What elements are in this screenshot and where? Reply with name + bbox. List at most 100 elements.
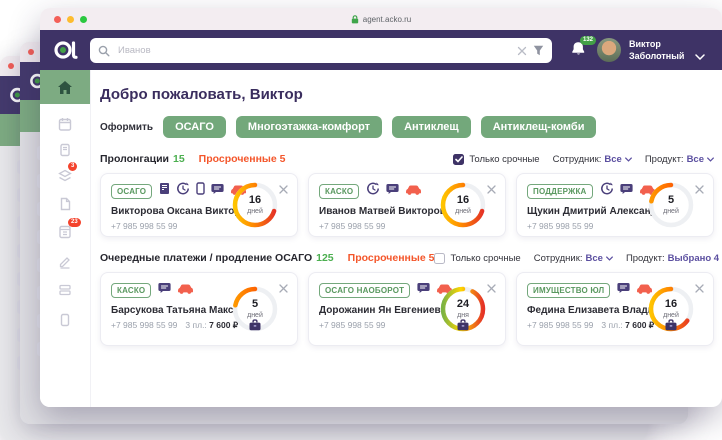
- issue-row: Оформить ОСАГО Многоэтажка-комфорт Антик…: [100, 116, 714, 138]
- sidebar-item-documents[interactable]: [57, 196, 73, 212]
- chevron-down-icon[interactable]: [606, 255, 613, 261]
- policy-card[interactable]: КАСКО Барсукова Татьяна Макси... +7 985 …: [100, 272, 298, 346]
- user-last-name: Заболотный: [629, 51, 685, 61]
- address-bar[interactable]: agent.acko.ru: [40, 8, 722, 30]
- section-count: 15: [172, 153, 185, 165]
- minimize-traffic-light[interactable]: [67, 16, 74, 23]
- chat-icon[interactable]: [158, 281, 171, 299]
- chat-icon[interactable]: [417, 281, 430, 299]
- avatar[interactable]: [597, 38, 621, 62]
- payments-label: 3 пл.:: [601, 320, 623, 330]
- sidebar-item-home[interactable]: [40, 70, 90, 104]
- history-icon[interactable]: [600, 182, 614, 200]
- phone-icon: [60, 313, 70, 327]
- overdue-link[interactable]: Просроченные 5: [199, 153, 286, 165]
- payment-cards: КАСКО Барсукова Татьяна Макси... +7 985 …: [100, 272, 714, 346]
- product-filter-label: Продукт:: [625, 252, 665, 264]
- client-name[interactable]: Барсукова Татьяна Макси...: [111, 305, 237, 316]
- chat-icon[interactable]: [211, 182, 224, 200]
- chat-icon[interactable]: [619, 182, 633, 200]
- acko-logo-icon: [54, 41, 78, 59]
- filter-funnel-icon[interactable]: [533, 45, 544, 56]
- days-gauge: 16 дней: [439, 181, 487, 229]
- acko-logo[interactable]: [40, 30, 90, 70]
- client-phone: +7 985 998 55 99: [319, 221, 386, 231]
- client-name[interactable]: Щукин Дмитрий Александ...: [527, 206, 653, 217]
- page-title: Добро пожаловать, Виктор: [100, 86, 303, 103]
- product-badge: КАСКО: [111, 282, 152, 298]
- sidebar-item-contracts[interactable]: [57, 142, 73, 158]
- only-urgent-checkbox[interactable]: [434, 252, 446, 264]
- sidebar-item-notes[interactable]: [57, 254, 73, 270]
- client-phone: +7 985 998 55 99: [111, 221, 178, 231]
- user-name[interactable]: Виктор Заболотный: [629, 38, 684, 62]
- payment-purse-icon: [249, 318, 262, 336]
- search-input[interactable]: [116, 44, 511, 57]
- car-icon: [177, 281, 194, 299]
- client-name[interactable]: Федина Елизавета Владим...: [527, 305, 653, 316]
- zoom-traffic-light[interactable]: [80, 16, 87, 23]
- edit-icon: [59, 257, 70, 269]
- desktop: agent.acko.ru 132: [0, 0, 722, 440]
- mobile-icon[interactable]: [196, 182, 205, 200]
- employee-filter-value[interactable]: Все: [586, 253, 603, 264]
- search-icon: [98, 45, 110, 56]
- browser-titlebar: agent.acko.ru: [40, 8, 722, 30]
- product-badge: ОСАГО: [111, 183, 153, 199]
- clear-search-icon[interactable]: [517, 46, 527, 56]
- check-icon: [455, 155, 463, 163]
- policy-card[interactable]: ОСАГО Викторова Оксана Викторо... +7 985…: [100, 173, 298, 237]
- days-value: 16: [456, 194, 470, 206]
- chevron-down-icon[interactable]: [707, 156, 714, 162]
- only-urgent-label: Только срочные: [450, 252, 521, 264]
- chevron-down-icon[interactable]: [624, 156, 632, 162]
- policy-card[interactable]: ИМУЩЕСТВО ЮЛ Федина Елизавета Владим... …: [516, 272, 714, 346]
- file-icon: [60, 197, 71, 211]
- product-badge: КАСКО: [319, 183, 360, 199]
- client-phone: +7 985 998 55 99: [111, 320, 178, 330]
- employee-filter-label: Сотрудник:: [552, 153, 602, 165]
- issue-button-antiklesh[interactable]: Антиклещ: [392, 116, 471, 138]
- search-bar[interactable]: [90, 38, 552, 63]
- employee-filter-value[interactable]: Все: [604, 154, 621, 165]
- client-phone: +7 985 998 55 99: [527, 221, 594, 231]
- lock-icon: [351, 14, 358, 23]
- days-value: 16: [248, 194, 262, 206]
- prolongation-cards: ОСАГО Викторова Оксана Викторо... +7 985…: [100, 173, 714, 237]
- client-name[interactable]: Дорожанин Ян Евгениевич: [319, 305, 445, 316]
- sidebar-item-mobile[interactable]: [57, 312, 73, 328]
- section-count: 125: [316, 252, 334, 264]
- main-content: Добро пожаловать, Виктор Оформить ОСАГО …: [90, 70, 722, 407]
- issue-button-mnogoetazhka[interactable]: Многоэтажка-комфорт: [235, 116, 383, 138]
- client-phone: +7 985 998 55 99: [319, 320, 386, 330]
- product-filter-value[interactable]: Выбрано 4: [668, 253, 719, 264]
- policy-card[interactable]: ПОДДЕРЖКА Щукин Дмитрий Александ... +7 9…: [516, 173, 714, 237]
- contracts-icon: [60, 143, 70, 157]
- issue-button-osago[interactable]: ОСАГО: [163, 116, 226, 138]
- policy-card[interactable]: КАСКО Иванов Матвей Викторови... +7 985 …: [308, 173, 506, 237]
- client-name[interactable]: Викторова Оксана Викторо...: [111, 206, 237, 217]
- product-filter-value[interactable]: Все: [687, 154, 704, 165]
- overdue-link[interactable]: Просроченные 5: [348, 252, 435, 264]
- app-header: 132 Виктор Заболотный: [40, 30, 722, 70]
- client-name[interactable]: Иванов Матвей Викторови...: [319, 206, 445, 217]
- close-traffic-light[interactable]: [54, 16, 61, 23]
- sidebar-item-archive[interactable]: [57, 282, 73, 298]
- chat-icon[interactable]: [386, 182, 399, 200]
- issue-button-antiklesh-kombi[interactable]: Антиклещ-комби: [480, 116, 597, 138]
- section-prolongations-header: Пролонгации 15 Просроченные 5 Только сро…: [100, 153, 714, 165]
- history-icon[interactable]: [176, 182, 190, 200]
- days-value: 5: [251, 298, 259, 310]
- issue-label: Оформить: [100, 121, 154, 133]
- history-icon[interactable]: [366, 182, 380, 200]
- only-urgent-checkbox[interactable]: [453, 153, 465, 165]
- product-badge: ПОДДЕРЖКА: [527, 183, 593, 199]
- receipt-icon[interactable]: [159, 182, 170, 200]
- chat-icon[interactable]: [617, 281, 630, 299]
- section-title: Пролонгации: [100, 153, 169, 165]
- home-icon: [58, 80, 72, 94]
- policy-card[interactable]: ОСАГО НАОБОРОТ Дорожанин Ян Евгениевич +…: [308, 272, 506, 346]
- close-traffic-light: [28, 49, 34, 55]
- sidebar-item-calendar[interactable]: [57, 116, 73, 132]
- user-menu-chevron-icon[interactable]: [695, 47, 705, 65]
